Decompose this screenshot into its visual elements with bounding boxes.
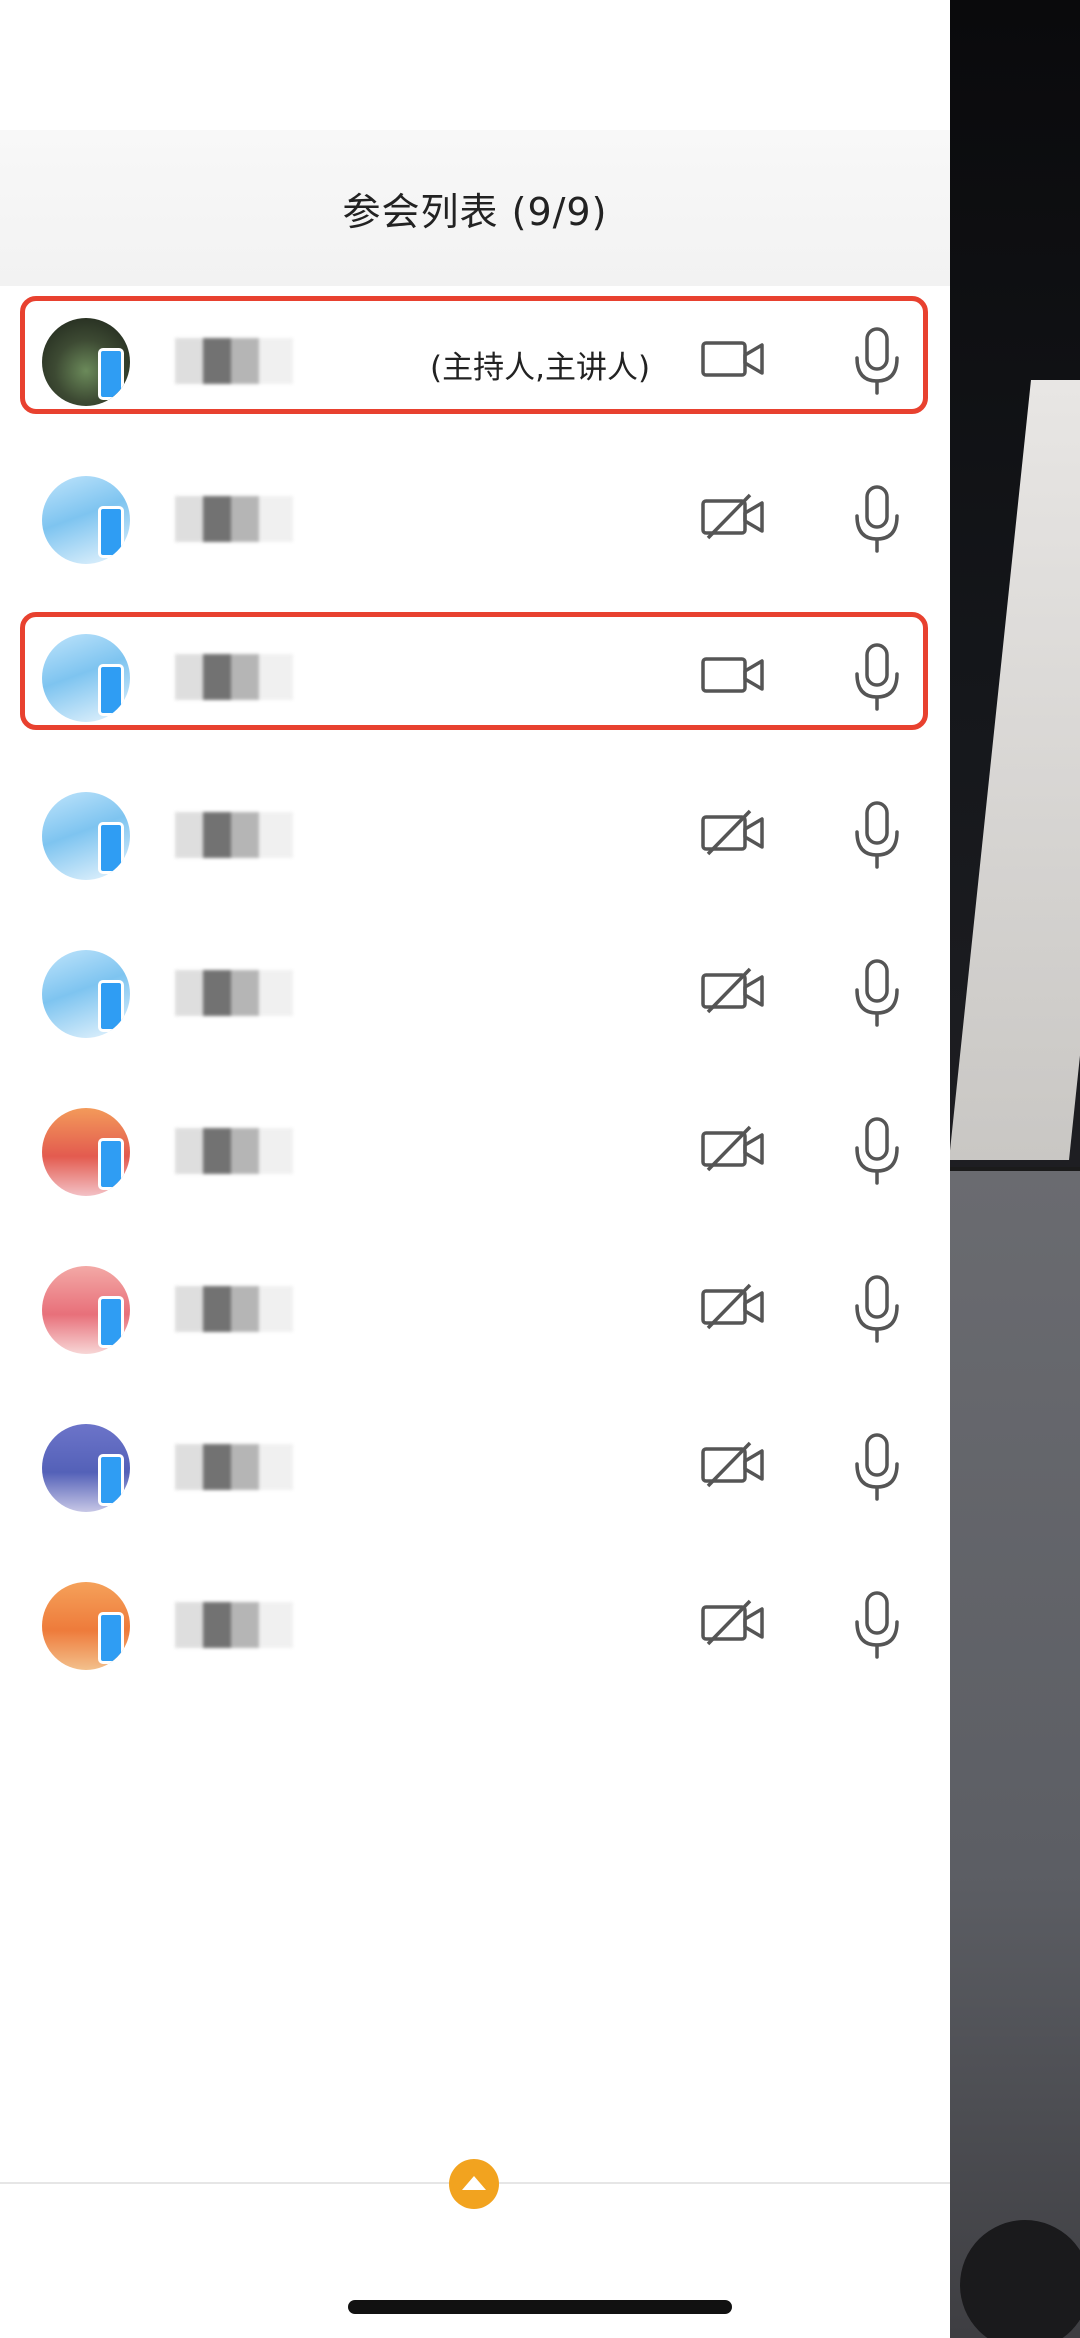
participant-name-redacted (175, 968, 295, 1018)
participant-row[interactable] (0, 1234, 950, 1392)
avatar (42, 476, 130, 564)
video-camera-icon[interactable] (700, 334, 766, 384)
video-camera-off-icon[interactable] (700, 1598, 766, 1648)
background-video-feed (950, 0, 1080, 2338)
redaction-mosaic (175, 970, 293, 1016)
video-camera-off-icon[interactable] (700, 966, 766, 1016)
participant-row[interactable] (0, 1550, 950, 1708)
mobile-device-icon (98, 506, 124, 558)
mobile-device-icon (98, 822, 124, 874)
avatar (42, 1108, 130, 1196)
redaction-mosaic (175, 1286, 293, 1332)
microphone-icon[interactable] (852, 642, 902, 712)
video-camera-off-icon[interactable] (700, 492, 766, 542)
microphone-icon[interactable] (852, 800, 902, 870)
redaction-mosaic (175, 812, 293, 858)
mobile-device-icon (98, 1454, 124, 1506)
participant-name-redacted (175, 1442, 295, 1492)
mobile-device-icon (98, 980, 124, 1032)
microphone-icon[interactable] (852, 1590, 902, 1660)
home-indicator (348, 2300, 732, 2314)
avatar (42, 318, 130, 406)
redaction-mosaic (175, 338, 293, 384)
microphone-icon[interactable] (852, 958, 902, 1028)
participant-name-redacted (175, 810, 295, 860)
expand-button[interactable] (449, 2159, 499, 2209)
mobile-device-icon (98, 1612, 124, 1664)
participant-name-redacted (175, 1600, 295, 1650)
mobile-device-icon (98, 664, 124, 716)
participant-name-redacted (175, 1126, 295, 1176)
page-title: 参会列表 (9/9) (342, 189, 608, 234)
avatar (42, 1582, 130, 1670)
video-camera-off-icon[interactable] (700, 1282, 766, 1332)
redaction-mosaic (175, 654, 293, 700)
redaction-mosaic (175, 496, 293, 542)
microphone-icon[interactable] (852, 1432, 902, 1502)
redaction-mosaic (175, 1444, 293, 1490)
participant-name-redacted (175, 652, 295, 702)
participant-name-redacted (175, 1284, 295, 1334)
video-camera-off-icon[interactable] (700, 1124, 766, 1174)
microphone-icon[interactable] (852, 1116, 902, 1186)
participants-panel: 参会列表 (9/9) (主持人,主讲人) (0, 0, 950, 2338)
microphone-icon[interactable] (852, 1274, 902, 1344)
video-camera-off-icon[interactable] (700, 808, 766, 858)
video-feed-shape (950, 380, 1080, 1160)
avatar (42, 634, 130, 722)
microphone-icon[interactable] (852, 484, 902, 554)
avatar (42, 792, 130, 880)
mobile-device-icon (98, 1296, 124, 1348)
mobile-device-icon (98, 1138, 124, 1190)
mobile-device-icon (98, 348, 124, 400)
participant-row[interactable]: (主持人,主讲人) (0, 286, 950, 444)
video-camera-off-icon[interactable] (700, 1440, 766, 1490)
participant-row[interactable] (0, 444, 950, 602)
video-camera-icon[interactable] (700, 650, 766, 700)
participant-name-redacted (175, 494, 295, 544)
avatar (42, 1266, 130, 1354)
participant-row[interactable] (0, 1076, 950, 1234)
participant-row[interactable] (0, 918, 950, 1076)
panel-header: 参会列表 (9/9) (0, 130, 950, 286)
chevron-up-icon (462, 2175, 486, 2190)
avatar (42, 950, 130, 1038)
participant-name-redacted (175, 336, 295, 386)
participant-list[interactable]: (主持人,主讲人) (0, 286, 950, 1708)
participant-row[interactable] (0, 602, 950, 760)
participant-row[interactable] (0, 760, 950, 918)
redaction-mosaic (175, 1128, 293, 1174)
video-feed-lower (950, 1171, 1080, 2338)
redaction-mosaic (175, 1602, 293, 1648)
participant-row[interactable] (0, 1392, 950, 1550)
host-role-label: (主持人,主讲人) (430, 350, 651, 386)
avatar (42, 1424, 130, 1512)
microphone-icon[interactable] (852, 326, 902, 396)
